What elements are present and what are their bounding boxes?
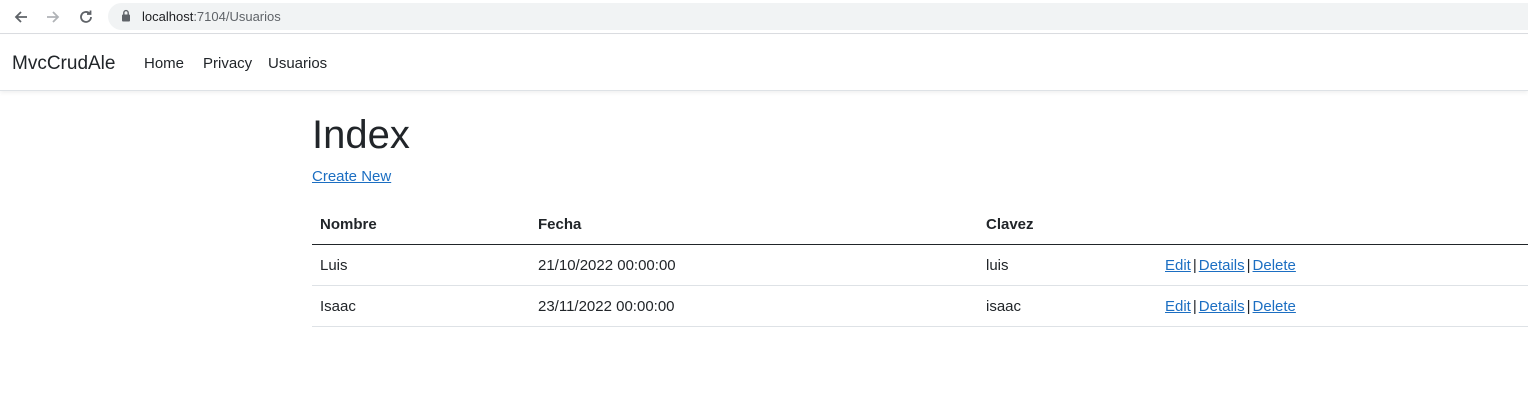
url-path: :7104/Usuarios <box>193 9 281 24</box>
back-arrow-icon[interactable] <box>11 7 31 27</box>
table-header-row: Nombre Fecha Clavez <box>312 204 1528 245</box>
cell-clavez: luis <box>986 257 1009 274</box>
header-nombre: Nombre <box>320 216 377 233</box>
table-row: Isaac 23/11/2022 00:00:00 isaac Edit | Det… <box>312 286 1528 327</box>
browser-toolbar: localhost:7104/Usuarios <box>0 0 1528 34</box>
row-actions: Edit | Details | Delete <box>1165 257 1296 275</box>
cell-clavez: isaac <box>986 298 1022 315</box>
separator: | <box>1192 257 1197 274</box>
separator: | <box>1246 257 1251 274</box>
address-bar[interactable] <box>108 3 1528 30</box>
edit-link[interactable]: Edit <box>1165 298 1191 315</box>
app-navbar: MvcCrudAle Home Privacy Usuarios <box>0 35 1528 91</box>
header-fecha: Fecha <box>538 216 582 233</box>
lock-icon[interactable] <box>121 9 131 27</box>
cell-nombre: Luis <box>320 257 348 274</box>
separator: | <box>1246 298 1251 315</box>
cell-fecha: 23/11/2022 00:00:00 <box>538 298 675 315</box>
cell-nombre: Isaac <box>320 298 356 315</box>
usuarios-table: Nombre Fecha Clavez Luis 21/10/2022 00:0… <box>312 204 1528 327</box>
nav-link-home[interactable]: Home <box>144 54 184 74</box>
row-actions: Edit | Details | Delete <box>1165 298 1296 316</box>
details-link[interactable]: Details <box>1199 298 1245 315</box>
delete-link[interactable]: Delete <box>1253 298 1296 315</box>
forward-arrow-icon[interactable] <box>43 7 63 27</box>
nav-link-usuarios[interactable]: Usuarios <box>268 54 327 74</box>
url-text[interactable]: localhost:7104/Usuarios <box>142 8 281 25</box>
create-new-link[interactable]: Create New <box>312 168 391 186</box>
details-link[interactable]: Details <box>1199 257 1245 274</box>
brand-link[interactable]: MvcCrudAle <box>12 52 115 76</box>
header-clavez: Clavez <box>986 216 1034 233</box>
nav-link-privacy[interactable]: Privacy <box>203 54 252 74</box>
edit-link[interactable]: Edit <box>1165 257 1191 274</box>
cell-fecha: 21/10/2022 00:00:00 <box>538 257 676 274</box>
reload-icon[interactable] <box>76 7 96 27</box>
page-title: Index <box>312 113 410 157</box>
url-host: localhost <box>142 9 194 24</box>
delete-link[interactable]: Delete <box>1253 257 1296 274</box>
table-row: Luis 21/10/2022 00:00:00 luis Edit | Detai… <box>312 245 1528 286</box>
separator: | <box>1192 298 1197 315</box>
